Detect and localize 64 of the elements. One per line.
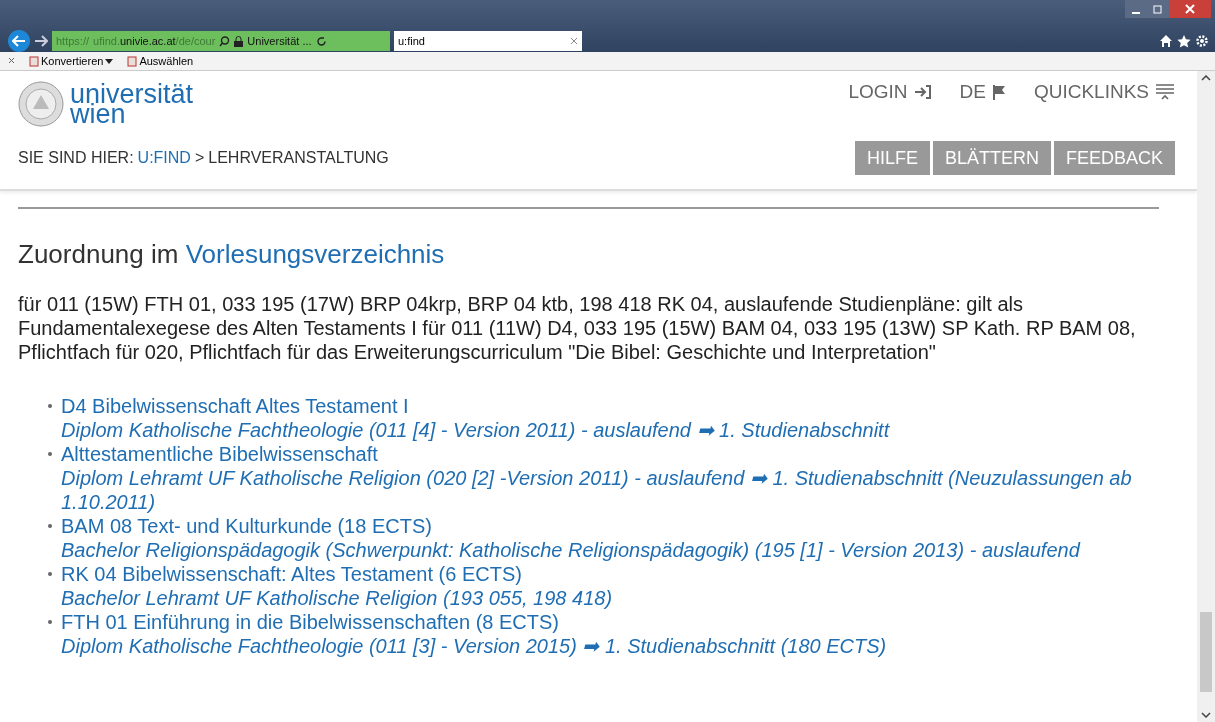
refresh-icon[interactable]	[315, 35, 327, 47]
scroll-down-icon[interactable]	[1201, 712, 1211, 718]
close-icon[interactable]	[8, 56, 15, 66]
description-paragraph: für 011 (15W) FTH 01, 033 195 (17W) BRP 04krp, BRP 04 ktb, 198 418 RK 04, auslaufende Studienpläne: gilt als Fundamentalexegese des Alten Testaments I für 011 (11W) D4, 033 195 (15W) BAM 04, 033 195 (13W) SP Kath. RP BAM 08, Pflichtfach für 020, Pflichtfach für das Erweiterungscurriculum "Die Bibel: Geschichte und Interpretation"	[18, 292, 1137, 364]
course-link[interactable]: BAM 08 Text- und Kulturkunde (18 ECTS)	[61, 514, 1080, 538]
header-button[interactable]: BLÄTTERN	[932, 141, 1051, 175]
close-icon[interactable]	[570, 37, 578, 45]
bullet-icon	[48, 404, 52, 408]
section-heading: Zuordnung im Vorlesungsverzeichnis	[18, 239, 446, 270]
heading-link[interactable]: Vorlesungsverzeichnis	[185, 239, 445, 269]
bullet-icon	[48, 572, 52, 576]
curriculum-link[interactable]: Diplom Katholische Fachtheologie (011 [4] - Version 2011) - auslaufend ➡ 1. Studienabschnitt	[61, 418, 890, 442]
breadcrumb-separator: >	[194, 149, 205, 167]
home-icon[interactable]	[1159, 34, 1173, 48]
back-button[interactable]	[8, 30, 30, 52]
document-icon	[29, 55, 39, 67]
curriculum-link[interactable]: Diplom Katholische Fachtheologie (011 [3] - Version 2015) ➡ 1. Studienabschnitt (180 ECTS)	[61, 634, 887, 658]
minimize-icon	[1131, 12, 1141, 14]
nav-link[interactable]: DE	[959, 81, 1006, 103]
course-link[interactable]: Alttestamentliche Bibelwissenschaft	[61, 442, 1159, 466]
site-name: Universität ...	[247, 35, 312, 47]
breadcrumb-link[interactable]: U:FIND	[137, 149, 191, 167]
header-button[interactable]: FEEDBACK	[1053, 141, 1175, 175]
menu-icon	[1155, 83, 1175, 101]
scrollbar-thumb[interactable]	[1200, 612, 1212, 692]
scrollbar[interactable]	[1197, 71, 1215, 722]
close-button[interactable]	[1169, 0, 1211, 18]
tab-title: u:find	[398, 35, 426, 47]
document-icon	[127, 55, 138, 67]
bullet-icon	[48, 524, 52, 528]
curriculum-link[interactable]: Bachelor Religionspädagogik (Schwerpunkt: Katholische Religionspädagogik) (195 [1] - Version 2013) - auslaufend	[61, 538, 1080, 562]
breadcrumb-current: LEHRVERANSTALTUNG	[208, 149, 389, 167]
restore-icon	[1153, 4, 1163, 14]
toolbar-button[interactable]: Konvertieren	[29, 55, 114, 67]
seal-icon	[18, 81, 64, 127]
curriculum-link[interactable]: Bachelor Lehramt UF Katholische Religion (193 055, 198 418)	[61, 586, 613, 610]
search-icon[interactable]	[219, 35, 231, 47]
toolbar-button[interactable]: Auswählen	[127, 55, 194, 67]
scroll-up-icon[interactable]	[1201, 75, 1211, 81]
nav-link[interactable]: QUICKLINKS	[1033, 81, 1175, 103]
flag-icon	[991, 84, 1006, 100]
bullet-icon	[48, 452, 52, 456]
course-link[interactable]: D4 Bibelwissenschaft Altes Testament I	[61, 394, 890, 418]
course-link[interactable]: FTH 01 Einführung in die Bibelwissenschaften (8 ECTS)	[61, 610, 887, 634]
lock-icon	[234, 35, 244, 47]
star-icon[interactable]	[1177, 34, 1191, 48]
browser-tab[interactable]: u:find	[394, 31, 582, 51]
restore-button[interactable]	[1147, 0, 1169, 18]
course-link[interactable]: RK 04 Bibelwissenschaft: Altes Testament (6 ECTS)	[61, 562, 613, 586]
nav-link[interactable]: LOGIN	[848, 81, 932, 103]
login-icon	[913, 84, 932, 100]
curriculum-link[interactable]: Diplom Lehramt UF Katholische Religion (020 [2] -Version 2011) - auslaufend ➡ 1. Studienabschnitt (Neuzulassungen ab 1.10.2011)	[61, 466, 1159, 514]
close-icon	[1185, 4, 1195, 14]
bullet-icon	[48, 620, 52, 624]
minimize-button[interactable]	[1125, 0, 1147, 18]
settings-icon[interactable]	[1195, 34, 1209, 48]
caret-icon	[105, 58, 114, 64]
back-arrow-icon	[12, 35, 26, 47]
forward-button[interactable]	[34, 35, 48, 47]
logo-text[interactable]: universität wien	[70, 84, 194, 124]
address-text: ufind.univie.ac.at/de/cour	[93, 35, 216, 47]
breadcrumb-label: SIE SIND HIER:	[18, 149, 134, 167]
header-button[interactable]: HILFE	[854, 141, 930, 175]
address-bar[interactable]: https:// ufind.univie.ac.at/de/cour Universität ...	[52, 31, 390, 51]
